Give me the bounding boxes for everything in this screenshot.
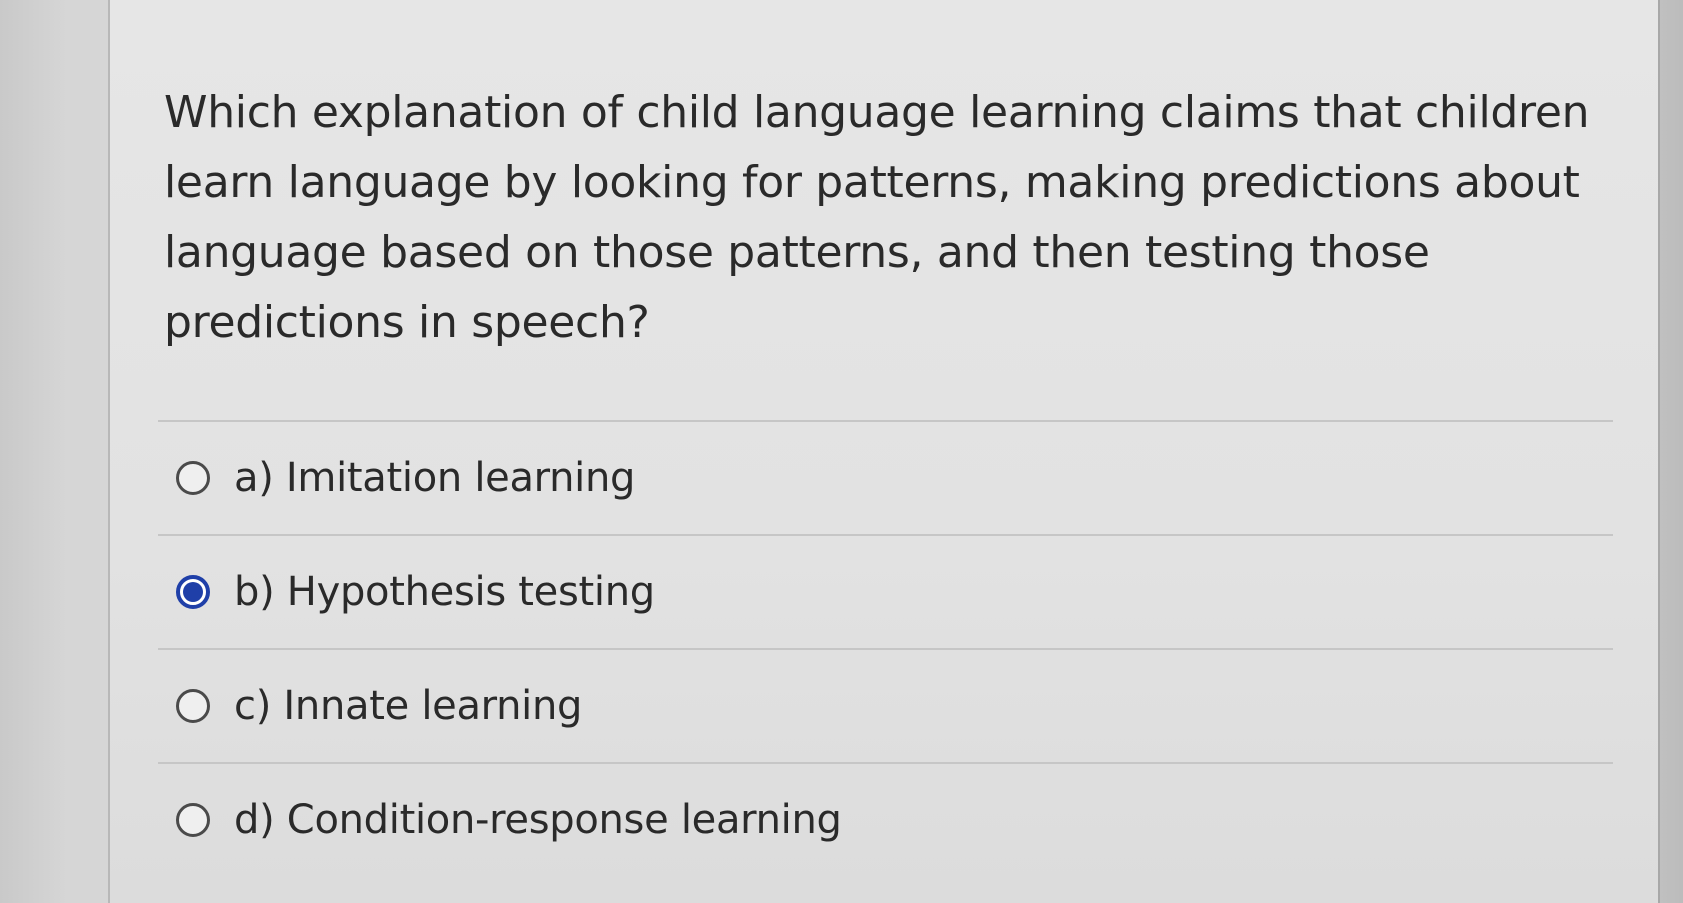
option-b-label: b) Hypothesis testing (234, 569, 655, 615)
answer-options: a) Imitation learning b) Hypothesis test… (158, 420, 1613, 876)
option-a[interactable]: a) Imitation learning (158, 422, 1613, 536)
radio-dot-icon (183, 582, 203, 602)
option-d-label: d) Condition-response learning (234, 797, 842, 843)
radio-unchecked-icon[interactable] (176, 689, 210, 723)
option-b[interactable]: b) Hypothesis testing (158, 536, 1613, 650)
option-c[interactable]: c) Innate learning (158, 650, 1613, 764)
radio-unchecked-icon[interactable] (176, 461, 210, 495)
radio-unchecked-icon[interactable] (176, 803, 210, 837)
radio-checked-icon[interactable] (176, 575, 210, 609)
option-c-label: c) Innate learning (234, 683, 583, 729)
option-a-label: a) Imitation learning (234, 455, 636, 501)
question-text: Which explanation of child language lear… (164, 87, 1590, 348)
option-d[interactable]: d) Condition-response learning (158, 764, 1613, 876)
screen-background: Which explanation of child language lear… (0, 0, 1683, 903)
